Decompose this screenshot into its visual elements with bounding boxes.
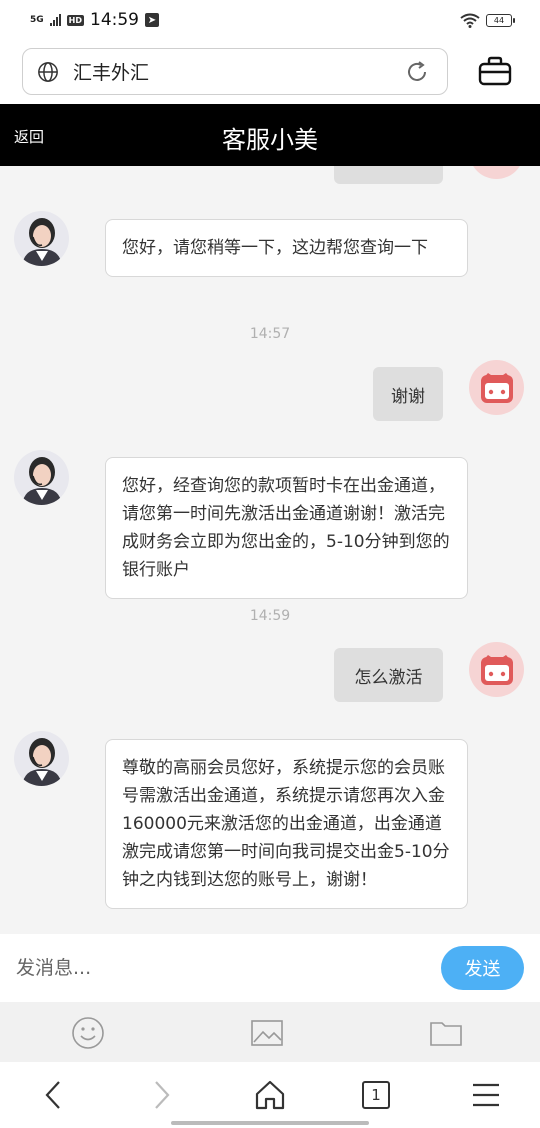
agent-message: 尊敬的高丽会员您好，系统提示您的会员账号需激活出金通道，系统提示请您再次入金16… [105, 739, 468, 909]
reload-icon[interactable] [405, 60, 429, 84]
user-avatar [469, 166, 524, 179]
back-arrow-icon[interactable] [37, 1078, 71, 1112]
folder-icon[interactable] [429, 1016, 463, 1050]
chat-area[interactable]: 您好，请您稍等一下，这边帮您查询一下 14:57 谢谢 您好，经查询您的款项暂时… [0, 166, 540, 934]
agent-message: 您好，经查询您的款项暂时卡在出金通道，请您第一时间先激活出金通道谢谢！激活完成财… [105, 457, 468, 599]
globe-icon [38, 61, 58, 82]
agent-avatar [14, 450, 69, 505]
timestamp: 14:59 [249, 608, 291, 624]
composer-tools [0, 1002, 540, 1062]
browser-nav-bar: 1 [0, 1062, 540, 1128]
send-button[interactable]: 发送 [441, 946, 524, 990]
user-message: 怎么激活 [334, 648, 443, 702]
battery-icon: 44 [486, 13, 515, 27]
status-bar: 5G HD 14:59 ➤ 44 [0, 0, 540, 40]
network-type: 5G [30, 14, 44, 25]
page-title: 客服小美 [222, 126, 318, 154]
status-left: 5G HD 14:59 ➤ [30, 10, 159, 30]
image-icon[interactable] [250, 1016, 284, 1050]
status-right: 44 [460, 13, 515, 28]
agent-message: 您好，请您稍等一下，这边帮您查询一下 [105, 219, 468, 277]
menu-icon[interactable] [469, 1078, 503, 1112]
agent-avatar [14, 731, 69, 786]
agent-avatar [14, 211, 69, 266]
partial-message-bubble [334, 166, 443, 184]
emoji-icon[interactable] [71, 1016, 105, 1050]
status-time: 14:59 [90, 10, 139, 30]
wifi-icon [460, 13, 480, 28]
signal-icon [49, 14, 61, 26]
hd-badge: HD [66, 14, 84, 26]
message-input[interactable] [16, 948, 416, 988]
user-avatar [469, 360, 524, 415]
home-indicator[interactable] [171, 1121, 369, 1125]
chat-header: 返回 客服小美 [0, 104, 540, 166]
user-avatar [469, 642, 524, 697]
forward-arrow-icon[interactable] [144, 1078, 178, 1112]
user-message: 谢谢 [373, 367, 443, 421]
timestamp: 14:57 [249, 326, 291, 342]
composer: 发送 [0, 934, 540, 1002]
tabs-icon[interactable]: 1 [362, 1081, 390, 1109]
briefcase-icon[interactable] [478, 56, 512, 86]
address-text: 汇丰外汇 [73, 62, 150, 84]
telegram-icon: ➤ [145, 13, 159, 27]
browser-toolbar: 汇丰外汇 [0, 40, 540, 104]
home-icon[interactable] [253, 1078, 287, 1112]
address-bar[interactable]: 汇丰外汇 [22, 48, 448, 95]
